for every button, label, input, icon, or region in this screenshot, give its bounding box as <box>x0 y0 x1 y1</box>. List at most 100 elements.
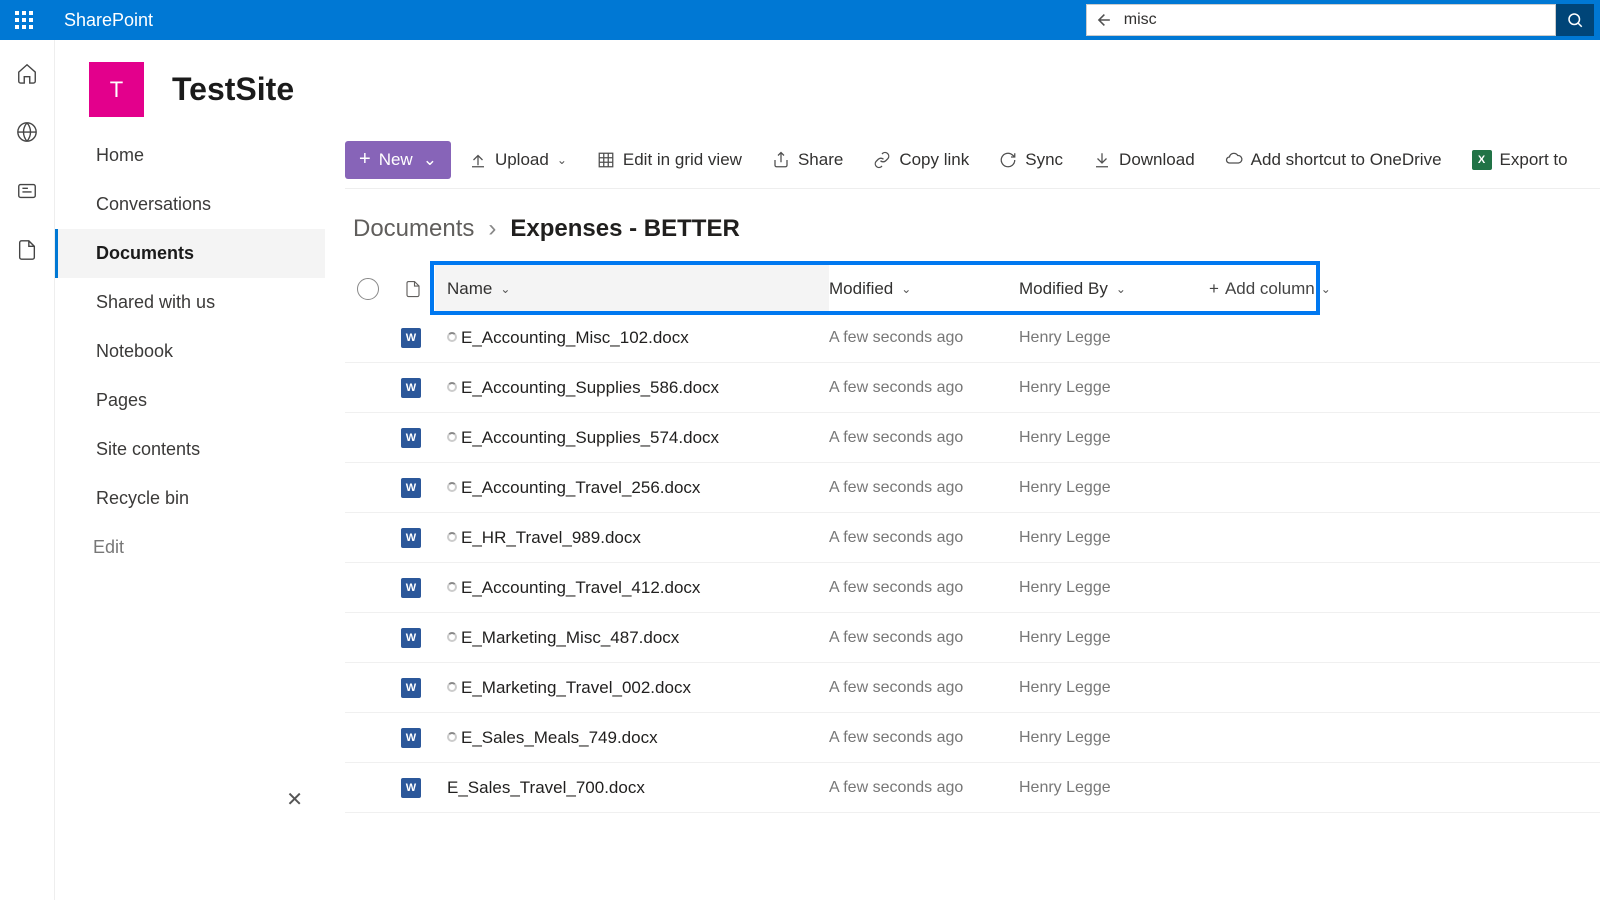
table-row[interactable]: E_Accounting_Travel_412.docxA few second… <box>345 563 1600 613</box>
column-name-header[interactable]: Name ⌄ <box>435 265 829 313</box>
site-title[interactable]: TestSite <box>172 71 294 108</box>
table-row[interactable]: E_Accounting_Supplies_574.docxA few seco… <box>345 413 1600 463</box>
document-icon <box>404 280 422 298</box>
file-name-cell[interactable]: E_Accounting_Travel_412.docx <box>435 578 829 598</box>
file-icon-cell <box>345 628 435 648</box>
side-navigation: Home Conversations Documents Shared with… <box>55 131 325 900</box>
nav-notebook[interactable]: Notebook <box>55 327 325 376</box>
shortcut-button[interactable]: Add shortcut to OneDrive <box>1213 141 1454 179</box>
search-button[interactable] <box>1556 4 1594 36</box>
column-modified-header[interactable]: Modified ⌄ <box>829 279 1019 299</box>
nav-documents[interactable]: Documents <box>55 229 325 278</box>
table-row[interactable]: E_Marketing_Travel_002.docxA few seconds… <box>345 663 1600 713</box>
nav-recycle-bin[interactable]: Recycle bin <box>55 474 325 523</box>
nav-shared[interactable]: Shared with us <box>55 278 325 327</box>
new-button[interactable]: + New ⌄ <box>345 141 451 179</box>
table-row[interactable]: E_Sales_Meals_749.docxA few seconds agoH… <box>345 713 1600 763</box>
sync-icon <box>999 151 1017 169</box>
file-icon-cell <box>345 428 435 448</box>
grid-label: Edit in grid view <box>623 150 742 170</box>
modifiedby-cell: Henry Legge <box>1019 329 1209 347</box>
globe-icon[interactable] <box>16 121 38 148</box>
select-all-cell[interactable] <box>345 278 391 300</box>
modified-cell: A few seconds ago <box>829 779 1019 797</box>
export-button[interactable]: Export to <box>1460 141 1580 179</box>
add-column-button[interactable]: + Add column ⌄ <box>1209 279 1359 299</box>
file-name-cell[interactable]: E_Accounting_Misc_102.docx <box>435 328 829 348</box>
modified-cell: A few seconds ago <box>829 429 1019 447</box>
export-label: Export to <box>1500 150 1568 170</box>
file-name-cell[interactable]: E_Accounting_Supplies_574.docx <box>435 428 829 448</box>
file-icon-cell <box>345 378 435 398</box>
file-name-cell[interactable]: E_Sales_Meals_749.docx <box>435 728 829 748</box>
edit-grid-button[interactable]: Edit in grid view <box>585 141 754 179</box>
document-list: Name ⌄ Modified ⌄ Modified By ⌄ <box>345 265 1600 813</box>
modifiedby-cell: Henry Legge <box>1019 729 1209 747</box>
chevron-down-icon: ⌄ <box>423 150 437 170</box>
file-name-cell[interactable]: E_Sales_Travel_700.docx <box>435 778 829 798</box>
search-container <box>1086 4 1600 36</box>
share-button[interactable]: Share <box>760 141 855 179</box>
table-row[interactable]: E_Accounting_Supplies_586.docxA few seco… <box>345 363 1600 413</box>
site-logo[interactable]: T <box>89 62 144 117</box>
search-input[interactable] <box>1124 11 1547 29</box>
grid-icon <box>597 151 615 169</box>
file-name-cell[interactable]: E_HR_Travel_989.docx <box>435 528 829 548</box>
back-arrow-icon[interactable] <box>1095 10 1114 30</box>
page-column: T TestSite Home Conversations Documents … <box>55 40 1600 900</box>
column-modified-label: Modified <box>829 279 893 299</box>
main-region: T TestSite Home Conversations Documents … <box>0 40 1600 900</box>
sync-button[interactable]: Sync <box>987 141 1075 179</box>
upload-button[interactable]: Upload ⌄ <box>457 141 579 179</box>
excel-icon <box>1472 150 1492 170</box>
onedrive-icon <box>1225 151 1243 169</box>
site-header: T TestSite <box>55 40 1600 131</box>
content-area: + New ⌄ Upload ⌄ Edit in grid view <box>325 131 1600 900</box>
home-icon[interactable] <box>16 62 38 89</box>
word-document-icon <box>401 578 421 598</box>
word-document-icon <box>401 678 421 698</box>
nav-edit-link[interactable]: Edit <box>55 523 325 572</box>
file-name-cell[interactable]: E_Marketing_Travel_002.docx <box>435 678 829 698</box>
breadcrumb-root[interactable]: Documents <box>353 215 474 243</box>
nav-home[interactable]: Home <box>55 131 325 180</box>
column-modifiedby-header[interactable]: Modified By ⌄ <box>1019 279 1209 299</box>
nav-pages[interactable]: Pages <box>55 376 325 425</box>
column-name-label: Name <box>447 279 492 299</box>
modifiedby-cell: Henry Legge <box>1019 629 1209 647</box>
share-label: Share <box>798 150 843 170</box>
news-icon[interactable] <box>16 180 38 207</box>
search-box[interactable] <box>1086 4 1556 36</box>
table-row[interactable]: E_Accounting_Misc_102.docx A few seconds … <box>345 313 1600 363</box>
copy-link-button[interactable]: Copy link <box>861 141 981 179</box>
share-icon <box>772 151 790 169</box>
modified-cell: A few seconds ago <box>829 329 1019 347</box>
close-icon[interactable]: ✕ <box>286 787 303 812</box>
modified-cell: A few seconds ago <box>829 479 1019 497</box>
file-name-cell[interactable]: E_Accounting_Travel_256.docx <box>435 478 829 498</box>
download-button[interactable]: Download <box>1081 141 1207 179</box>
table-row[interactable]: E_Sales_Travel_700.docxA few seconds ago… <box>345 763 1600 813</box>
files-icon[interactable] <box>16 239 38 266</box>
modifiedby-cell: Henry Legge <box>1019 429 1209 447</box>
nav-site-contents[interactable]: Site contents <box>55 425 325 474</box>
file-icon-cell <box>345 528 435 548</box>
file-name-cell[interactable]: E_Marketing_Misc_487.docx <box>435 628 829 648</box>
word-document-icon <box>401 478 421 498</box>
nav-conversations[interactable]: Conversations <box>55 180 325 229</box>
loading-spinner-icon <box>447 632 457 642</box>
loading-spinner-icon <box>447 582 457 592</box>
file-name-text: E_Accounting_Misc_102.docx <box>461 328 689 347</box>
file-name-cell[interactable]: E_Accounting_Supplies_586.docx <box>435 378 829 398</box>
table-body: E_Accounting_Misc_102.docx A few seconds … <box>345 313 1600 813</box>
loading-spinner-icon <box>447 732 457 742</box>
file-name-text: E_Marketing_Travel_002.docx <box>461 678 691 697</box>
table-row[interactable]: E_Accounting_Travel_256.docxA few second… <box>345 463 1600 513</box>
filetype-header[interactable] <box>391 280 435 298</box>
table-row[interactable]: E_HR_Travel_989.docxA few seconds agoHen… <box>345 513 1600 563</box>
app-launcher-button[interactable] <box>0 11 48 29</box>
table-row[interactable]: E_Marketing_Misc_487.docxA few seconds a… <box>345 613 1600 663</box>
modifiedby-cell: Henry Legge <box>1019 479 1209 497</box>
plus-icon: + <box>1209 279 1219 299</box>
chevron-down-icon: ⌄ <box>1116 282 1126 296</box>
